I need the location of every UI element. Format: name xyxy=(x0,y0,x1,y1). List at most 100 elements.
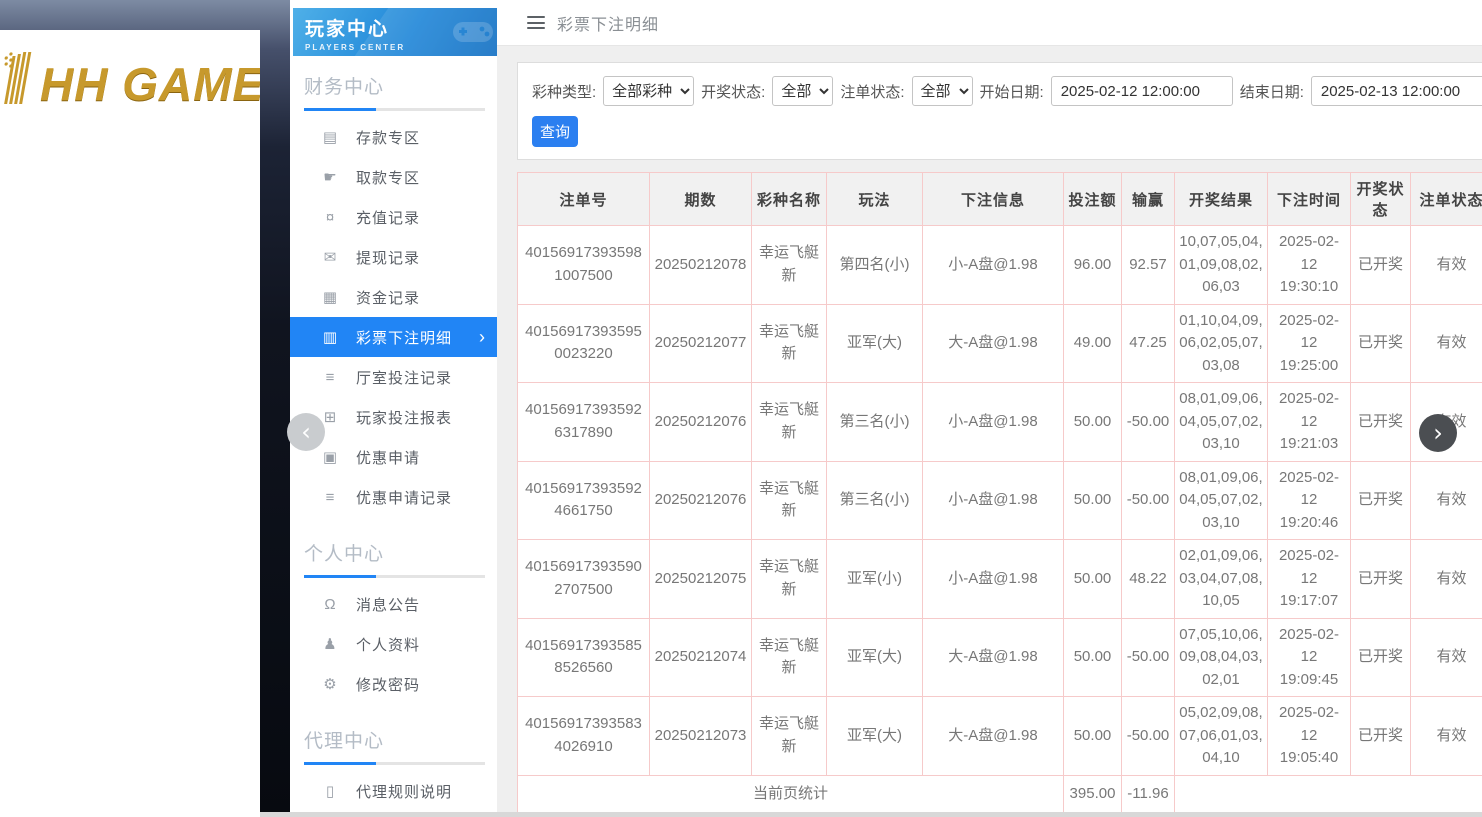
table-cell: 08,01,09,06,04,05,07,02,03,10 xyxy=(1175,383,1268,462)
table-cell: 已开奖 xyxy=(1351,697,1411,776)
column-header: 期数 xyxy=(650,173,752,226)
table-cell: 50.00 xyxy=(1064,461,1122,540)
table-cell: 第四名(小) xyxy=(827,226,923,305)
table-cell: 20250212074 xyxy=(650,618,752,697)
horizontal-scrollbar[interactable] xyxy=(260,812,1482,817)
table-cell: 大-A盘@1.98 xyxy=(923,618,1064,697)
sidebar-item[interactable]: ▦资金记录 xyxy=(290,277,497,317)
query-button[interactable]: 查询 xyxy=(532,116,578,147)
table-header-row: 注单号期数彩种名称玩法下注信息投注额输赢开奖结果下注时间开奖状态注单状态 xyxy=(518,173,1482,226)
sidebar-item[interactable]: ♟ 个人资料 xyxy=(290,624,497,664)
sidebar-item-label: 修改密码 xyxy=(356,674,420,695)
table-cell: 幸运飞艇新 xyxy=(752,697,827,776)
table-cell: 有效 xyxy=(1411,618,1482,697)
column-header: 下注时间 xyxy=(1268,173,1351,226)
menu-toggle-icon[interactable] xyxy=(527,16,545,29)
table-cell: 401569173935902707500 xyxy=(518,540,650,619)
section-title: 个人中心 xyxy=(304,539,485,578)
sidebar-item-label: 厅室投注记录 xyxy=(356,367,452,388)
table-cell: 亚军(小) xyxy=(827,540,923,619)
table-cell: 大-A盘@1.98 xyxy=(923,304,1064,383)
gear-icon: ⚙ xyxy=(320,675,340,693)
sidebar-item[interactable]: ≡ 厅室投注记录 xyxy=(290,357,497,397)
table-cell: 幸运飞艇新 xyxy=(752,226,827,305)
sidebar-item[interactable]: ✉提现记录 xyxy=(290,237,497,277)
table-cell: 已开奖 xyxy=(1351,226,1411,305)
logo-stripes-decoration xyxy=(4,48,38,111)
sidebar-item-label: 资金记录 xyxy=(356,287,420,308)
column-header: 注单号 xyxy=(518,173,650,226)
sidebar-item-label: 优惠申请记录 xyxy=(356,487,452,508)
draw-status-select[interactable]: 全部 xyxy=(772,76,833,106)
topbar: 彩票下注明细 xyxy=(497,0,1482,46)
end-date-label: 结束日期: xyxy=(1240,81,1304,102)
table-cell: 2025-02-12 19:17:07 xyxy=(1268,540,1351,619)
table-row: 40156917393585852656020250212074幸运飞艇新亚军(… xyxy=(518,618,1482,697)
section-title: 财务中心 xyxy=(304,72,485,111)
section-title: 代理中心 xyxy=(304,726,485,765)
summary-empty-cell xyxy=(1175,775,1482,813)
sidebar-item[interactable]: ▥ 彩票下注明细 › xyxy=(290,317,497,357)
table-cell: 第三名(小) xyxy=(827,383,923,462)
scroll-right-button[interactable]: › xyxy=(1419,414,1457,452)
table-cell: 49.00 xyxy=(1064,304,1122,383)
sidebar-item[interactable]: Ω消息公告 xyxy=(290,584,497,624)
table-cell: 小-A盘@1.98 xyxy=(923,383,1064,462)
user-icon: ♟ xyxy=(320,635,340,653)
table-cell: 20250212075 xyxy=(650,540,752,619)
table-cell: 2025-02-12 19:30:10 xyxy=(1268,226,1351,305)
cash-envelope-icon: ✉ xyxy=(320,248,340,266)
table-cell: 50.00 xyxy=(1064,540,1122,619)
table-row: 40156917393592466175020250212076幸运飞艇新第三名… xyxy=(518,461,1482,540)
table-cell: 92.57 xyxy=(1122,226,1175,305)
sidebar-item[interactable]: ▤存款专区 xyxy=(290,117,497,157)
table-cell: 401569173935981007500 xyxy=(518,226,650,305)
sidebar-item[interactable]: ▯代理规则说明 xyxy=(290,771,497,811)
table-cell: -50.00 xyxy=(1122,697,1175,776)
table-cell: 已开奖 xyxy=(1351,540,1411,619)
document-icon: ▯ xyxy=(320,782,340,800)
column-header: 投注额 xyxy=(1064,173,1122,226)
table-cell: 2025-02-12 19:05:40 xyxy=(1268,697,1351,776)
list-icon: ≡ xyxy=(320,489,340,506)
draw-status-label: 开奖状态: xyxy=(701,81,765,102)
table-cell: 2025-02-12 19:09:45 xyxy=(1268,618,1351,697)
bet-status-select[interactable]: 全部 xyxy=(912,76,973,106)
sidebar-item[interactable]: ☛取款专区 xyxy=(290,157,497,197)
table-cell: 401569173935924661750 xyxy=(518,461,650,540)
table-cell: 401569173935858526560 xyxy=(518,618,650,697)
sidebar-item-label: 个人资料 xyxy=(356,634,420,655)
sidebar-item-label: 彩票下注明细 xyxy=(356,327,452,348)
table-cell: 401569173935926317890 xyxy=(518,383,650,462)
sidebar-item-label: 玩家投注报表 xyxy=(356,407,452,428)
summary-bet-amount: 395.00 xyxy=(1064,775,1122,813)
table-cell: -50.00 xyxy=(1122,461,1175,540)
end-date-input[interactable] xyxy=(1311,76,1482,106)
gamepad-icon xyxy=(451,16,495,46)
column-header: 开奖结果 xyxy=(1175,173,1268,226)
sidebar-item-label: 充值记录 xyxy=(356,207,420,228)
column-header: 输赢 xyxy=(1122,173,1175,226)
column-header: 开奖状态 xyxy=(1351,173,1411,226)
table-cell: 48.22 xyxy=(1122,540,1175,619)
withdraw-hand-icon: ☛ xyxy=(320,168,340,186)
collapse-sidebar-button[interactable]: ‹ xyxy=(287,413,325,451)
column-header: 彩种名称 xyxy=(752,173,827,226)
table-cell: 亚军(大) xyxy=(827,304,923,383)
sidebar-item[interactable]: ¤充值记录 xyxy=(290,197,497,237)
chevron-right-icon: › xyxy=(479,328,485,346)
page-title: 彩票下注明细 xyxy=(557,11,659,35)
lottery-type-select[interactable]: 全部彩种 xyxy=(603,76,694,106)
table-cell: 20250212077 xyxy=(650,304,752,383)
sidebar-item[interactable]: ≡ 优惠申请记录 xyxy=(290,477,497,517)
list-doc-icon: ▥ xyxy=(320,328,340,346)
table-row: 40156917393595002322020250212077幸运飞艇新亚军(… xyxy=(518,304,1482,383)
list-icon: ≡ xyxy=(320,369,340,386)
table-cell: 2025-02-12 19:21:03 xyxy=(1268,383,1351,462)
brand-logo-text: HH GAME xyxy=(40,57,260,111)
sidebar-item[interactable]: ⚙ 修改密码 xyxy=(290,664,497,704)
start-date-input[interactable] xyxy=(1051,76,1233,106)
table-cell: 01,10,04,09,06,02,05,07,03,08 xyxy=(1175,304,1268,383)
sidebar-item-label: 存款专区 xyxy=(356,127,420,148)
table-cell: 有效 xyxy=(1411,226,1482,305)
